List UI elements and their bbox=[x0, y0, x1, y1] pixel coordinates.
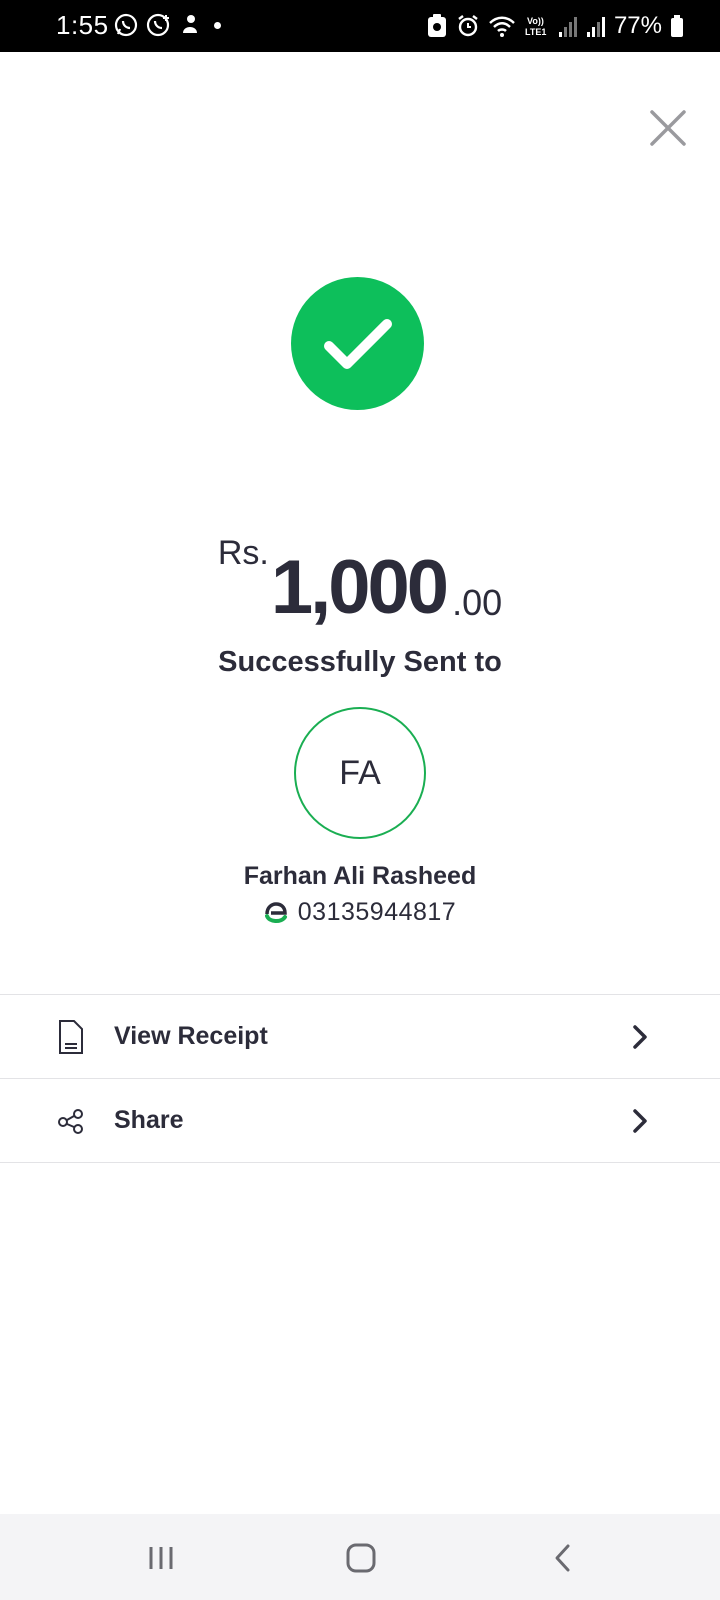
receipt-icon bbox=[56, 1018, 86, 1056]
system-nav-bar bbox=[0, 1514, 720, 1600]
chevron-right-icon bbox=[633, 1024, 647, 1049]
game-icon bbox=[183, 15, 197, 33]
back-icon bbox=[555, 1544, 570, 1572]
status-left-icons bbox=[114, 13, 221, 37]
alarm-icon bbox=[458, 15, 478, 37]
amount-major: 1,000 bbox=[270, 545, 449, 630]
action-list: View Receipt Share bbox=[0, 994, 720, 1163]
success-badge bbox=[291, 277, 424, 410]
close-icon bbox=[650, 110, 686, 146]
signal-icon bbox=[558, 17, 577, 37]
status-time: 1:55 bbox=[56, 10, 109, 40]
recipient-name: Farhan Ali Rasheed bbox=[243, 862, 477, 890]
view-receipt-label: View Receipt bbox=[114, 1022, 268, 1050]
whatsapp-business-icon bbox=[146, 13, 170, 37]
status-message: Successfully Sent to bbox=[218, 646, 502, 678]
signal-icon bbox=[586, 17, 605, 37]
clipboard-icon bbox=[427, 14, 446, 37]
recents-button[interactable] bbox=[139, 1536, 183, 1580]
recents-icon bbox=[149, 1547, 173, 1569]
amount-currency: Rs. bbox=[217, 534, 269, 572]
wifi-icon bbox=[489, 16, 515, 37]
recipient-avatar: FA bbox=[294, 707, 426, 839]
whatsapp-icon bbox=[114, 13, 138, 37]
svg-text:LTE1: LTE1 bbox=[525, 27, 546, 37]
battery-percent: 77% bbox=[613, 12, 662, 39]
status-bar: 1:55 Vo)) LTE1 77% bbox=[0, 0, 720, 52]
avatar-initials: FA bbox=[339, 753, 381, 792]
battery-icon bbox=[671, 15, 683, 37]
svg-text:Vo)): Vo)) bbox=[527, 16, 544, 26]
share-button[interactable]: Share bbox=[0, 1079, 720, 1163]
volte-icon: Vo)) LTE1 bbox=[525, 16, 546, 37]
view-receipt-button[interactable]: View Receipt bbox=[0, 995, 720, 1079]
back-button[interactable] bbox=[541, 1536, 585, 1580]
easypaisa-logo-icon bbox=[264, 901, 287, 923]
checkmark-icon bbox=[323, 318, 392, 369]
amount: Rs. 1,000 .00 bbox=[0, 530, 720, 626]
status-right-icons: Vo)) LTE1 77% bbox=[426, 12, 684, 40]
amount-minor: .00 bbox=[452, 582, 503, 623]
notification-dot bbox=[214, 21, 221, 29]
recipient-phone: 03135944817 bbox=[297, 898, 457, 926]
home-icon bbox=[346, 1543, 376, 1573]
share-icon bbox=[56, 1102, 86, 1140]
share-label: Share bbox=[114, 1106, 184, 1134]
chevron-right-icon bbox=[633, 1108, 647, 1133]
close-button[interactable] bbox=[646, 106, 690, 150]
home-button[interactable] bbox=[339, 1536, 383, 1580]
recipient-phone-row: 03135944817 bbox=[0, 898, 720, 927]
